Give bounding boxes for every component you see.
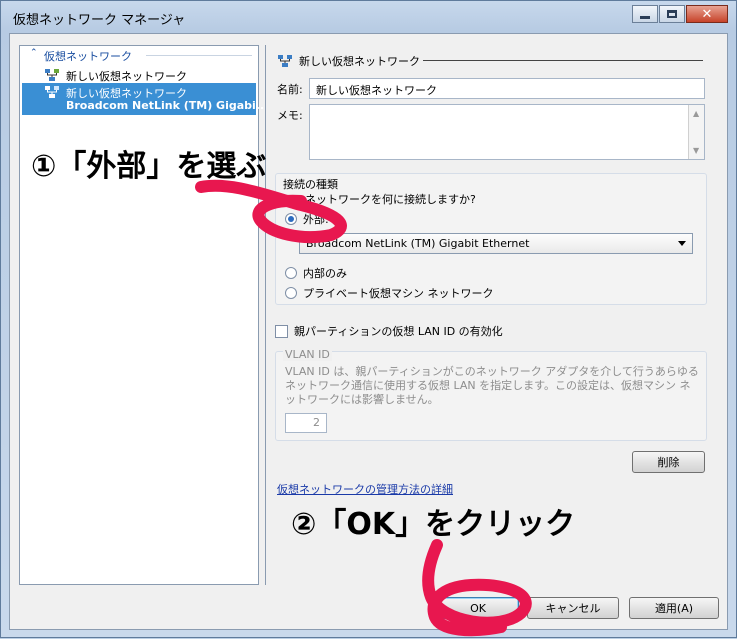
annotation-circle-external [195,179,347,244]
dialog-window: 仮想ネットワーク マネージャ ✕ ⌃ 仮想ネットワーク 新しい仮想ネットワーク [0,0,737,638]
annotation-circle-ok [422,539,532,637]
annotation-strokes [195,179,532,637]
